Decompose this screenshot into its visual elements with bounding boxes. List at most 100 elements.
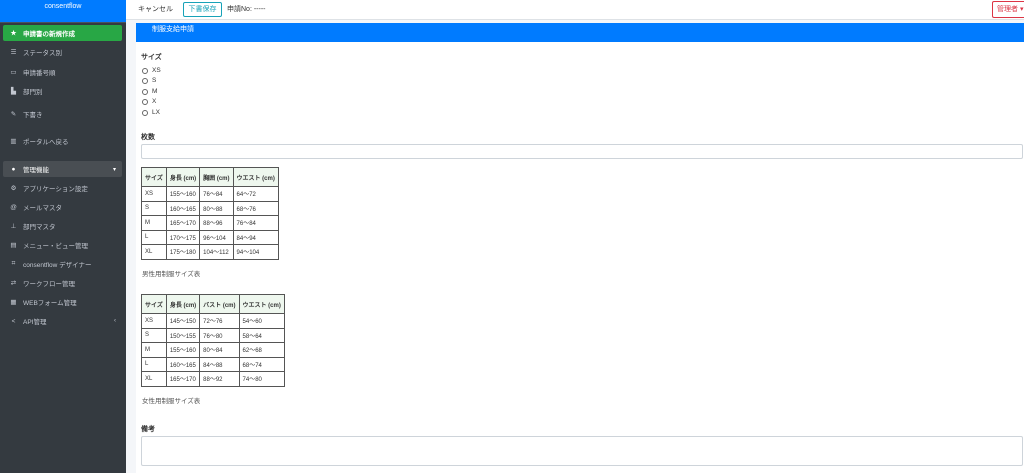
sidebar-item-webform-management[interactable]: ▦ WEBフォーム管理 [3, 294, 122, 310]
table-cell: 68〜76 [232, 200, 279, 216]
sidebar-item-menu-view-management[interactable]: ▤ メニュー・ビュー管理 [3, 237, 122, 253]
sidebar-item-department-master[interactable]: ⊥ 部門マスタ [3, 218, 122, 234]
sidebar-item-app-settings[interactable]: ⚙ アプリケーション設定 [3, 180, 122, 196]
table-row: L 170〜175 96〜104 84〜94 [141, 229, 279, 245]
table-header-row: サイズ 身長 (cm) バスト (cm) ウエスト (cm) [141, 294, 285, 314]
table-row: S 160〜165 80〜88 68〜76 [141, 200, 279, 216]
edit-icon: ✎ [10, 111, 17, 118]
workflow-icon: ⇄ [10, 280, 17, 287]
sidebar-item-label: consentflow デザイナー [23, 262, 92, 269]
size-option-lx[interactable]: LX [142, 109, 160, 116]
sidebar-item-by-department[interactable]: ▙ 部門別 [3, 83, 122, 99]
form-card: 制服支給申請 サイズ XS S M X LX 枚数 サイズ 身長 (cm) 胸囲… [136, 23, 1024, 473]
sitemap-icon: ⊥ [10, 223, 17, 230]
sidebar: consentflow ★ 申請書の新規作成 ☰ ステータス別 ▭ 申請番号順 ▙ 部門… [0, 0, 126, 473]
table-cell: 145〜150 [165, 313, 201, 329]
column-header: サイズ [141, 167, 167, 187]
table-cell: L [141, 229, 167, 245]
table-cell: 76〜84 [232, 215, 279, 231]
sidebar-item-label: ワークフロー管理 [23, 281, 75, 288]
size-option-xs[interactable]: XS [142, 67, 161, 74]
table-cell: 160〜165 [165, 200, 201, 216]
sidebar-item-label: 部門マスタ [23, 224, 56, 231]
column-header: ウエスト (cm) [238, 294, 285, 314]
topbar: キャンセル 下書保存 申請No: ----- 管理者 ▾ [126, 0, 1024, 20]
radio-label: M [152, 88, 158, 95]
sidebar-item-workflow-management[interactable]: ⇄ ワークフロー管理 [3, 275, 122, 291]
sidebar-item-label: WEBフォーム管理 [23, 300, 77, 307]
sidebar-item-label: 下書き [23, 112, 43, 119]
radio-label: S [152, 77, 157, 84]
building-icon: ▥ [10, 138, 17, 145]
chevron-left-icon: ‹ [114, 318, 116, 324]
radio-label: LX [152, 109, 160, 116]
sidebar-item-back-to-portal[interactable]: ▥ ポータルへ戻る [3, 133, 122, 149]
table-cell: 88〜96 [199, 215, 234, 231]
share-icon: < [11, 317, 16, 325]
table-cell: 104〜112 [199, 244, 234, 260]
save-draft-button[interactable]: 下書保存 [183, 2, 222, 17]
table-header-row: サイズ 身長 (cm) 胸囲 (cm) ウエスト (cm) [141, 167, 279, 187]
notes-textarea[interactable] [141, 436, 1023, 466]
column-header: ウエスト (cm) [232, 167, 279, 187]
star-icon: ★ [10, 30, 17, 37]
radio-circle[interactable] [142, 67, 148, 74]
sidebar-item-drafts[interactable]: ✎ 下書き [3, 106, 122, 122]
table-cell: 165〜170 [165, 215, 201, 231]
table-cell: XS [141, 186, 167, 202]
sidebar-item-api-management[interactable]: < API管理 ‹ [3, 313, 122, 329]
column-header: 身長 (cm) [165, 167, 201, 187]
table-cell: 76〜84 [199, 186, 234, 202]
table-cell: 54〜60 [238, 313, 285, 329]
table-row: XS 145〜150 72〜76 54〜60 [141, 313, 285, 329]
men-table-caption: 男性用制服サイズ表 [142, 271, 201, 278]
radio-label: XS [152, 67, 161, 74]
users-cog-icon: ● [11, 165, 16, 173]
table-cell: S [141, 327, 167, 343]
table-cell: 64〜72 [232, 186, 279, 202]
sidebar-item-designer[interactable]: ⌗ consentflow デザイナー [3, 256, 122, 272]
table-cell: 74〜80 [238, 371, 285, 387]
main-content: 制服支給申請 サイズ XS S M X LX 枚数 サイズ 身長 (cm) 胸囲… [126, 20, 1024, 473]
sidebar-item-by-number[interactable]: ▭ 申請番号順 [3, 64, 122, 80]
chevron-down-icon: ▾ [112, 166, 116, 173]
notes-label: 備考 [141, 426, 155, 433]
sidebar-item-mail-master[interactable]: @ メールマスタ [3, 199, 122, 215]
sidebar-item-new-application[interactable]: ★ 申請書の新規作成 [3, 25, 122, 41]
count-input[interactable] [141, 144, 1023, 159]
cancel-button[interactable]: キャンセル [135, 3, 176, 16]
radio-circle[interactable] [142, 98, 148, 105]
radio-circle[interactable] [142, 109, 148, 116]
sidebar-item-by-status[interactable]: ☰ ステータス別 [3, 44, 122, 60]
table-cell: XL [141, 371, 167, 387]
bar-chart-icon: ▙ [11, 88, 16, 95]
women-size-table: サイズ 身長 (cm) バスト (cm) ウエスト (cm) XS 145〜15… [141, 294, 285, 387]
table-cell: M [141, 215, 167, 231]
table-cell: 175〜180 [165, 244, 201, 260]
sidebar-item-label: API管理 [23, 319, 47, 326]
table-cell: 58〜64 [238, 327, 285, 343]
size-option-x[interactable]: X [142, 98, 156, 105]
table-cell: 80〜84 [199, 342, 240, 358]
list-icon: ☰ [10, 49, 17, 56]
table-cell: 94〜104 [232, 244, 279, 260]
sidebar-item-admin-functions[interactable]: ● 管理機能 ▾ [3, 161, 122, 177]
admin-menu-button[interactable]: 管理者 ▾ [992, 1, 1024, 18]
table-cell: 80〜88 [199, 200, 234, 216]
size-option-s[interactable]: S [142, 77, 156, 84]
radio-circle[interactable] [142, 88, 148, 95]
table-cell: 160〜165 [165, 356, 201, 372]
at-icon: @ [10, 203, 17, 211]
window-icon: ▤ [10, 242, 17, 249]
column-header: バスト (cm) [199, 294, 240, 314]
size-option-m[interactable]: M [142, 88, 157, 95]
table-cell: 88〜92 [199, 371, 240, 387]
brand-logo[interactable]: consentflow [0, 0, 126, 23]
table-cell: 165〜170 [165, 371, 201, 387]
form-icon: ▦ [10, 299, 17, 306]
women-table-caption: 女性用制服サイズ表 [142, 398, 201, 405]
radio-circle[interactable] [142, 77, 148, 84]
table-cell: 84〜88 [199, 356, 240, 372]
table-row: L 160〜165 84〜88 68〜74 [141, 356, 285, 372]
table-cell: 155〜160 [165, 342, 201, 358]
